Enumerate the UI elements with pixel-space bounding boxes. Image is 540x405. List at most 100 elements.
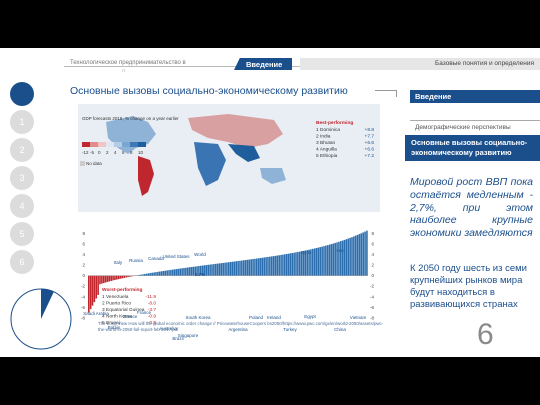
gdp-bar <box>151 272 154 276</box>
y-tick-label-right: -4 <box>370 294 374 299</box>
gdp-bar <box>274 255 277 276</box>
gdp-bar <box>353 236 355 276</box>
gdp-bar <box>265 257 267 276</box>
bottom-bar <box>0 357 540 405</box>
best-row-label: 5 Ethiopia <box>316 153 338 159</box>
y-tick-label: -2 <box>81 284 85 289</box>
gdp-bar <box>155 272 157 276</box>
gdp-bar <box>211 264 213 276</box>
gdp-bar <box>267 256 269 276</box>
best-row-value: +7.2 <box>365 153 375 159</box>
gdp-bar <box>153 272 155 276</box>
gdp-bar <box>235 261 238 276</box>
y-tick-label-right: 2 <box>371 263 374 268</box>
slide: Технологическое предпринимательство в IT… <box>0 48 540 357</box>
worst-title: Worst-performing <box>102 287 142 293</box>
step-6[interactable]: 6 <box>10 250 34 274</box>
legend-swatch <box>106 142 114 147</box>
gdp-chart: GDP forecasts 2018, % change on a year e… <box>78 104 380 348</box>
gdp-bar <box>261 257 264 276</box>
gdp-bar <box>319 247 322 276</box>
worst-row-label: 4 North Korea <box>102 314 132 320</box>
gdp-bar <box>214 263 217 276</box>
gdp-bar <box>250 259 252 276</box>
gdp-bar <box>228 262 230 276</box>
gdp-bar <box>341 240 344 276</box>
gdp-bar <box>285 254 288 276</box>
step-3[interactable]: 3 <box>10 166 34 190</box>
legend-tick-label: -5 <box>90 150 94 155</box>
best-row-label: 1 Dominica <box>316 127 340 133</box>
y-tick-label-right: 0 <box>371 273 374 278</box>
gdp-bar <box>88 275 90 313</box>
y-tick-label: 2 <box>82 263 85 268</box>
best-row-label: 3 Bhutan <box>316 140 336 146</box>
best-row-value: +6.6 <box>365 147 375 153</box>
y-tick-label: 4 <box>82 252 85 257</box>
gdp-chart-svg: GDP forecasts 2018, % change on a year e… <box>78 104 380 341</box>
step-1[interactable]: 1 <box>10 110 34 134</box>
gdp-bar <box>188 267 191 276</box>
gdp-bar <box>104 275 107 283</box>
gdp-growth-text: Мировой рост ВВП пока остаётся медленным… <box>410 176 533 240</box>
gdp-bar <box>224 262 226 276</box>
gdp-bar <box>93 275 96 303</box>
gdp-bar <box>216 263 219 276</box>
gdp-bar <box>117 275 120 280</box>
map-legend-nodata: No data <box>86 161 102 166</box>
step-2[interactable]: 2 <box>10 138 34 162</box>
world-value-label: 2.7% <box>195 272 205 277</box>
gdp-bar <box>222 262 224 276</box>
gdp-bar <box>123 275 126 278</box>
gdp-bar <box>289 253 292 276</box>
section-tab-intro[interactable]: Введение <box>234 58 292 70</box>
country-label: Egypt <box>304 314 316 319</box>
best-row-value: +8.8 <box>365 127 375 133</box>
markets-2050-text: К 2050 году шесть из семи крупнейших рын… <box>410 263 527 310</box>
worst-row-label: 1 Venezuela <box>102 294 129 300</box>
gdp-bar <box>297 251 299 276</box>
gdp-bar <box>323 246 325 276</box>
legend-swatch <box>122 142 130 147</box>
country-label: Italy <box>114 260 123 265</box>
gdp-bar <box>252 259 254 276</box>
gdp-bar <box>97 275 99 295</box>
legend-swatch <box>114 142 122 147</box>
gdp-bar <box>231 261 234 276</box>
gdp-bar <box>282 254 284 276</box>
gdp-bar <box>328 244 331 276</box>
gdp-bar <box>101 275 103 284</box>
legend-swatch <box>138 142 146 147</box>
y-tick-label-right: -6 <box>370 305 374 310</box>
gdp-bar <box>125 275 127 278</box>
panel-demographics[interactable]: Демографические перспективы <box>410 120 540 132</box>
panel-current[interactable]: Основные вызовы социально-экономическому… <box>405 135 540 161</box>
worst-row-value: -3.7 <box>148 307 157 313</box>
gdp-bar <box>351 237 353 276</box>
legend-swatch <box>130 142 138 147</box>
gdp-bar <box>183 268 185 276</box>
country-label: World <box>194 252 206 257</box>
gdp-bar <box>112 275 114 281</box>
step-5[interactable]: 5 <box>10 222 34 246</box>
gdp-bar <box>144 273 146 276</box>
gdp-bar <box>280 254 282 276</box>
gdp-bar <box>254 258 256 276</box>
gdp-bar <box>162 270 165 276</box>
chart-caption[interactable]: The Long View How will the global econom… <box>98 321 388 333</box>
country-label: United States <box>162 254 190 259</box>
bar-area <box>88 230 368 313</box>
gdp-bar <box>270 256 273 276</box>
gdp-bar <box>229 261 232 276</box>
gdp-bar <box>287 253 290 276</box>
gdp-bar <box>356 234 359 276</box>
gdp-bar <box>166 270 168 276</box>
panel-intro[interactable]: Введение <box>410 90 540 103</box>
gdp-bar <box>241 260 243 276</box>
country-label: South Korea <box>185 315 211 320</box>
gdp-bar <box>114 275 116 280</box>
step-1-active[interactable] <box>10 82 34 106</box>
gdp-bar <box>293 252 295 276</box>
country-label: Singapore <box>178 333 199 338</box>
step-4[interactable]: 4 <box>10 194 34 218</box>
